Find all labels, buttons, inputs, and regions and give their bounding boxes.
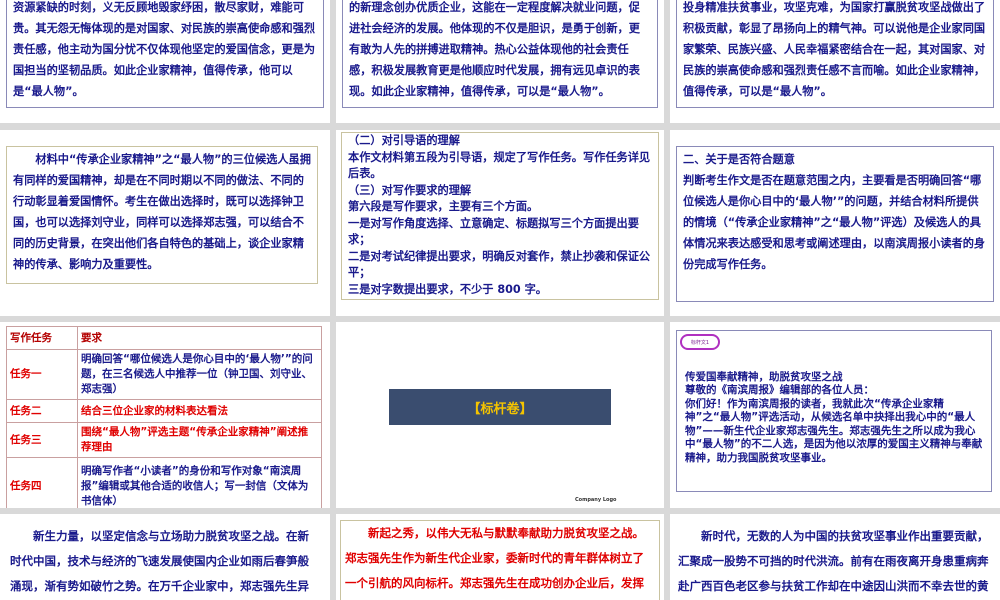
- table-cell: 任务四: [6, 457, 78, 508]
- table-cell: 任务二: [6, 399, 78, 423]
- slide-11[interactable]: 新起之秀，以伟大无私与默默奉献助力脱贫攻坚之战。郑志强先生作为新生代企业家，委新…: [336, 514, 664, 600]
- slide-2-text: 的新理念创办优质企业，这能在一定程度解决就业问题，促进社会经济的发展。他体现的不…: [342, 0, 658, 108]
- slide-6-text: 二、关于是否符合题意 判断考生作文是否在题意范围之内，主要看是否明确回答“哪位候…: [676, 146, 994, 302]
- slide-4[interactable]: 材料中“传承企业家精神”之“最人物”的三位候选人虽拥有同样的爱国精神，却是在不同…: [0, 130, 330, 316]
- slide-11-text: 新起之秀，以伟大无私与默默奉献助力脱贫攻坚之战。郑志强先生作为新生代企业家，委新…: [340, 520, 660, 600]
- slide-9-text: 传爱国奉献精神，助脱贫攻坚之战 尊敬的《南滨周报》编辑部的各位人员： 你们好！作…: [676, 330, 992, 492]
- slide-9-body: 传爱国奉献精神，助脱贫攻坚之战 尊敬的《南滨周报》编辑部的各位人员： 你们好！作…: [685, 370, 983, 464]
- table-cell: 明确回答“哪位候选人是你心目中的‘最人物’”的问题，在三名候选人中推荐一位（钟卫…: [77, 349, 322, 400]
- benchmark-badge: 标杆文1: [680, 334, 720, 350]
- slide-1[interactable]: 资源紧缺的时刻，义无反顾地毁家纾困，散尽家财，难能可贵。其无怨无悔体现的是对国家…: [0, 0, 330, 123]
- company-logo: Company Logo: [575, 497, 617, 503]
- slide-9[interactable]: 传爱国奉献精神，助脱贫攻坚之战 尊敬的《南滨周报》编辑部的各位人员： 你们好！作…: [670, 322, 1000, 508]
- table-cell: 任务一: [6, 349, 78, 400]
- slide-12[interactable]: 新时代，无数的人为中国的扶贫攻坚事业作出重要贡献，汇聚成一股势不可挡的时代洪流。…: [670, 514, 1000, 600]
- slide-2[interactable]: 的新理念创办优质企业，这能在一定程度解决就业问题，促进社会经济的发展。他体现的不…: [336, 0, 664, 123]
- slide-3[interactable]: 投身精准扶贫事业，攻坚克难，为国家打赢脱贫攻坚战做出了积极贡献，彰显了昂扬向上的…: [670, 0, 1000, 123]
- slide-10-text: 新生力量，以坚定信念与立场助力脱贫攻坚之战。在新时代中国，技术与经济的飞速发展使…: [10, 529, 309, 593]
- table-row: 任务二 结合三位企业家的材料表达看法: [6, 399, 322, 423]
- table-row: 任务四 明确写作者“小读者”的身份和写作对象“南滨周报”编辑或其他合适的收信人；…: [6, 457, 322, 508]
- table-cell: 明确写作者“小读者”的身份和写作对象“南滨周报”编辑或其他合适的收信人；写一封信…: [77, 457, 322, 508]
- table-row: 任务一 明确回答“哪位候选人是你心目中的‘最人物’”的问题，在三名候选人中推荐一…: [6, 349, 322, 400]
- benchmark-button[interactable]: 【标杆卷】: [389, 389, 611, 425]
- slide-4-text: 材料中“传承企业家精神”之“最人物”的三位候选人虽拥有同样的爱国精神，却是在不同…: [6, 146, 318, 284]
- slide-12-text: 新时代，无数的人为中国的扶贫攻坚事业作出重要贡献，汇聚成一股势不可挡的时代洪流。…: [678, 529, 989, 593]
- slide-1-text: 资源紧缺的时刻，义无反顾地毁家纾困，散尽家财，难能可贵。其无怨无悔体现的是对国家…: [6, 0, 324, 108]
- slide-5-text: （二）对引导语的理解 本作文材料第五段为引导语，规定了写作任务。写作任务详见后表…: [341, 132, 659, 300]
- table-row: 任务三 围绕“最人物”评选主题“传承企业家精神”阐述推荐理由: [6, 422, 322, 458]
- table-cell: 任务三: [6, 422, 78, 458]
- table-cell: 写作任务: [6, 326, 78, 350]
- slide-5[interactable]: （二）对引导语的理解 本作文材料第五段为引导语，规定了写作任务。写作任务详见后表…: [336, 130, 664, 316]
- table-cell: 结合三位企业家的材料表达看法: [77, 399, 322, 423]
- slide-3-text: 投身精准扶贫事业，攻坚克难，为国家打赢脱贫攻坚战做出了积极贡献，彰显了昂扬向上的…: [676, 0, 994, 108]
- task-table: 写作任务 要求 任务一 明确回答“哪位候选人是你心目中的‘最人物’”的问题，在三…: [6, 326, 322, 508]
- slide-7[interactable]: 写作任务 要求 任务一 明确回答“哪位候选人是你心目中的‘最人物’”的问题，在三…: [0, 322, 330, 508]
- table-cell: 围绕“最人物”评选主题“传承企业家精神”阐述推荐理由: [77, 422, 322, 458]
- slide-10[interactable]: 新生力量，以坚定信念与立场助力脱贫攻坚之战。在新时代中国，技术与经济的飞速发展使…: [0, 514, 330, 600]
- table-cell: 要求: [77, 326, 322, 350]
- slide-6[interactable]: 二、关于是否符合题意 判断考生作文是否在题意范围之内，主要看是否明确回答“哪位候…: [670, 130, 1000, 316]
- table-row: 写作任务 要求: [6, 326, 322, 350]
